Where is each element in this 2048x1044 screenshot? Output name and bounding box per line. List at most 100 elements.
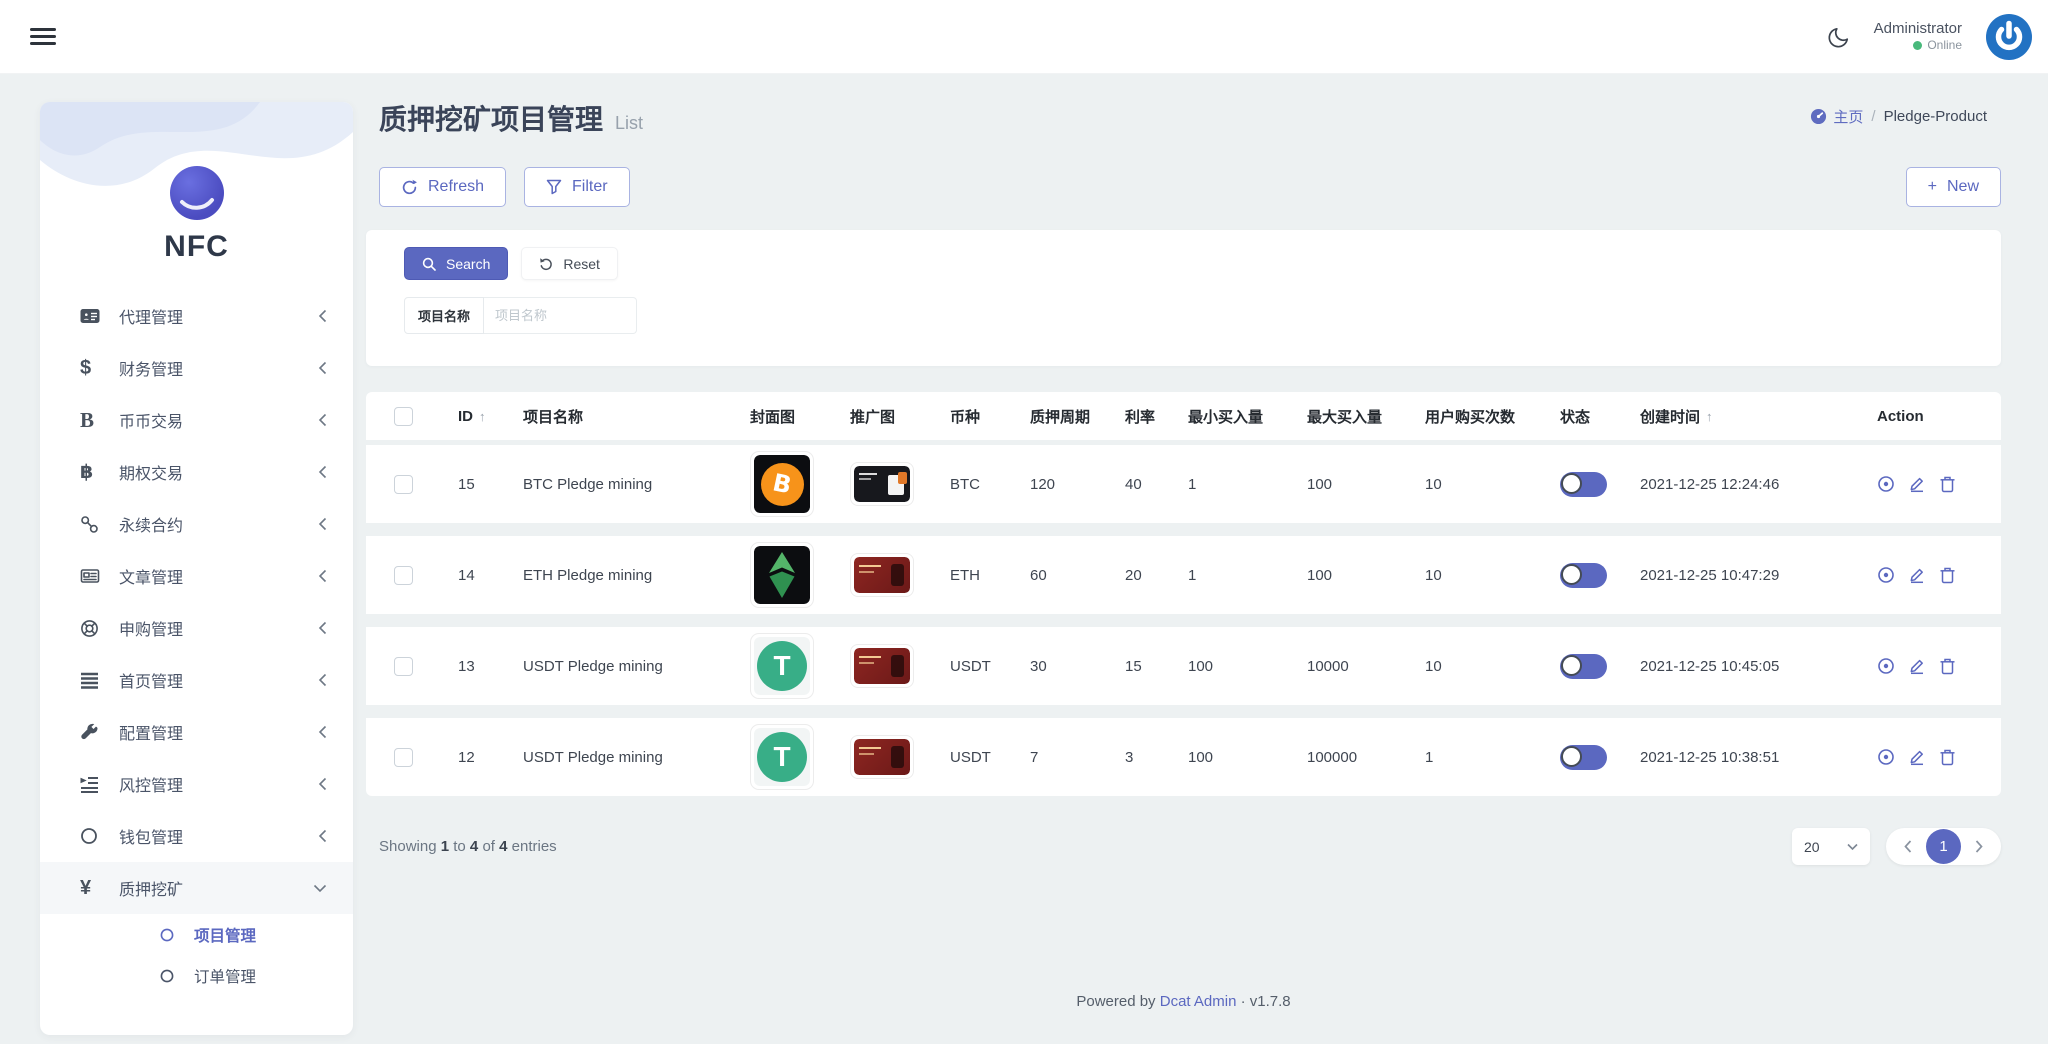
column-created[interactable]: 创建时间 ↑ [1640,406,1877,427]
row-checkbox[interactable] [394,747,413,767]
row-checkbox[interactable] [394,656,413,676]
column-promo: 推广图 [850,408,896,426]
edit-icon[interactable] [1908,475,1926,493]
view-icon[interactable] [1877,475,1895,493]
sidebar-menu-item[interactable]: 钱包管理 [40,810,353,862]
plus-icon: + [1927,178,1937,195]
view-icon[interactable] [1877,657,1895,675]
sidebar-menu-item[interactable]: B 币币交易 [40,394,353,446]
column-rate: 利率 [1125,408,1156,426]
view-icon[interactable] [1877,566,1895,584]
sidebar-submenu-item[interactable]: 项目管理 [40,914,353,955]
sort-arrow-icon[interactable]: ↑ [1706,409,1713,424]
sidebar-menu-item[interactable]: ฿ 期权交易 [40,446,353,498]
delete-icon[interactable] [1939,475,1956,493]
edit-icon[interactable] [1908,566,1926,584]
id-card-icon [80,306,106,326]
user-meta: Administrator Online [1874,20,1962,54]
cell-project-name: USDT Pledge mining [523,657,663,675]
edit-icon[interactable] [1908,748,1926,766]
version-label: v1.7.8 [1249,993,1291,1010]
status-toggle[interactable] [1560,744,1607,770]
reset-button[interactable]: Reset [521,247,618,280]
table-row: 12 USDT Pledge mining T USDT 7 3 100 100… [366,718,2001,796]
sidebar-menu-item[interactable]: $ 财务管理 [40,342,353,394]
select-all-checkbox[interactable] [394,406,413,426]
row-checkbox[interactable] [394,565,413,585]
cell-rate: 15 [1125,657,1142,675]
usdt-cover: T [750,724,814,790]
column-name: 项目名称 [523,408,584,426]
dcat-admin-link[interactable]: Dcat Admin [1160,993,1237,1010]
avatar[interactable] [1984,11,2034,62]
delete-icon[interactable] [1939,657,1956,675]
page-1-button[interactable]: 1 [1926,829,1961,864]
status-toggle[interactable] [1560,471,1607,497]
prev-page-button[interactable] [1895,840,1921,853]
hamburger-menu-icon[interactable] [30,24,56,49]
breadcrumb-current: Pledge-Product [1883,108,1987,125]
user-name: Administrator [1873,19,1962,37]
search-icon [422,257,436,271]
entries-summary: Showing 1 to 4 of 4 entries [379,838,557,855]
sidebar-submenu: 项目管理 订单管理 [40,914,353,996]
table-header: ID ↑ 项目名称 封面图 推广图 币种 质押周期 利率 最小买入量 最大买入量 用户购买次数 状态 创… [366,392,2001,440]
red-promo [850,735,914,779]
usdt-cover: T [750,633,814,699]
search-button[interactable]: Search [404,247,509,280]
new-button[interactable]: + New [1905,167,2001,207]
cell-rate: 3 [1125,748,1134,766]
column-id[interactable]: ID ↑ [458,408,523,425]
cell-coin: BTC [950,475,980,493]
view-icon[interactable] [1877,748,1895,766]
page-subtitle: List [615,113,644,133]
column-max_buy: 最大买入量 [1307,408,1383,426]
sidebar-menu: 代理管理 $ 财务管理 B 币币交易 ฿ 期权交易 永续合约 文章管理 申购管理… [40,290,353,996]
breadcrumb-separator: / [1871,108,1876,125]
sidebar-item-label: 风控管理 [119,778,184,795]
status-toggle[interactable] [1560,562,1607,588]
sort-arrow-icon[interactable]: ↑ [479,409,486,424]
wrench-icon [80,723,106,742]
sidebar-item-label: 配置管理 [119,726,184,743]
cell-min-buy: 100 [1188,657,1214,675]
sidebar-subitem-label: 项目管理 [194,927,257,945]
sidebar-menu-item[interactable]: 首页管理 [40,654,353,706]
project-name-input[interactable] [484,297,637,334]
chevron-left-icon [318,517,327,531]
sidebar-menu-item[interactable]: 配置管理 [40,706,353,758]
page-size-select[interactable]: 20 [1792,828,1870,865]
sidebar-menu-item[interactable]: 代理管理 [40,290,353,342]
toolbar: Refresh Filter + New [366,167,2001,207]
online-status: Online [1927,38,1962,53]
cell-created-at: 2021-12-25 10:45:05 [1640,657,1780,675]
row-checkbox[interactable] [394,474,413,494]
edit-icon[interactable] [1908,657,1926,675]
sidebar-menu-item[interactable]: 风控管理 [40,758,353,810]
sidebar-menu-item[interactable]: ¥ 质押挖矿 [40,862,353,914]
next-page-button[interactable] [1966,840,1992,853]
sidebar-item-label: 币币交易 [119,414,184,431]
refresh-button[interactable]: Refresh [379,167,507,207]
sidebar-item-label: 期权交易 [119,466,184,483]
delete-icon[interactable] [1939,748,1956,766]
sidebar-menu-item[interactable]: 永续合约 [40,498,353,550]
chevron-left-icon [318,413,327,427]
filter-button[interactable]: Filter [524,167,630,207]
page-title: 质押挖矿项目管理 [379,104,604,135]
status-toggle[interactable] [1560,653,1607,679]
cell-pledge-period: 120 [1030,475,1056,493]
sidebar-submenu-item[interactable]: 订单管理 [40,955,353,996]
cell-pledge-period: 60 [1030,566,1047,584]
dark-mode-moon-icon[interactable] [1826,24,1852,50]
etc-cover [750,542,814,608]
chevron-left-icon [318,621,327,635]
delete-icon[interactable] [1939,566,1956,584]
sidebar-menu-item[interactable]: 申购管理 [40,602,353,654]
cell-id: 14 [458,566,475,584]
breadcrumb-home-link[interactable]: 主页 [1810,106,1863,127]
table-row: 13 USDT Pledge mining T USDT 30 15 100 1… [366,627,2001,705]
sidebar-menu-item[interactable]: 文章管理 [40,550,353,602]
cell-coin: ETH [950,566,980,584]
outdent-icon [80,776,106,793]
